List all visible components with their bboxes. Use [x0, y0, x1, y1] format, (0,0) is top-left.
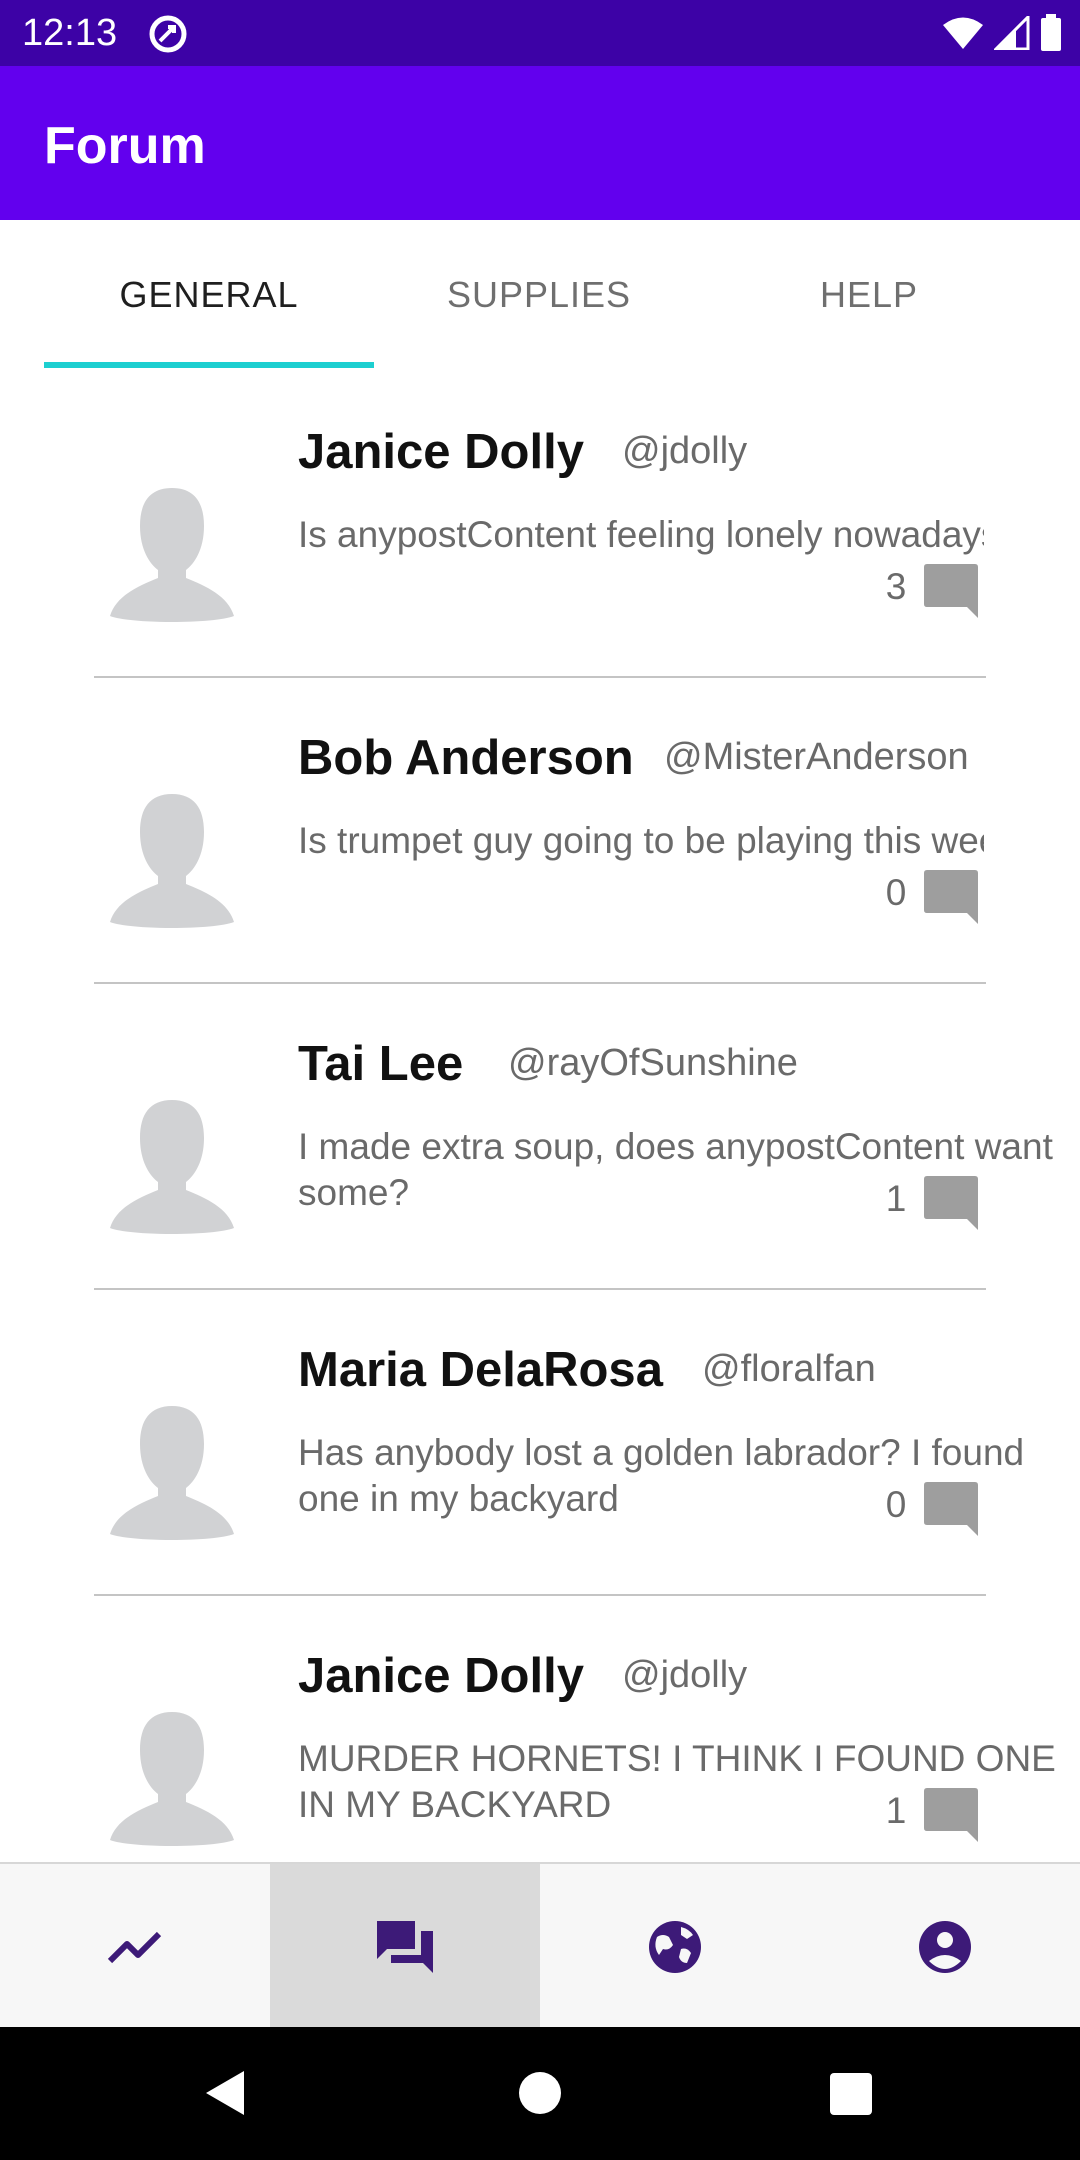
comment-icon[interactable]	[924, 870, 980, 924]
reply-count: 0	[885, 1484, 907, 1525]
account-icon	[919, 1920, 971, 1973]
comment-icon[interactable]	[924, 1482, 980, 1536]
list-item[interactable]: Maria DelaRosa @floralfan Has anybody lo…	[94, 1288, 1024, 1596]
post-author: Maria DelaRosa	[298, 1343, 663, 1397]
status-time: 12:13	[22, 12, 118, 54]
post-text: Is anypostContent feeling lonely nowaday…	[298, 514, 984, 555]
nav-account[interactable]	[810, 1864, 1080, 2029]
post-handle: @floralfan	[702, 1348, 876, 1390]
avatar-icon	[110, 1712, 234, 1846]
avatar-icon	[110, 1100, 234, 1234]
status-bar: 12:13	[0, 0, 1080, 66]
globe-icon	[649, 1920, 701, 1973]
list-item[interactable]: Janice Dolly @jdolly Is anypostContent f…	[94, 370, 986, 678]
post-author: Janice Dolly	[298, 1649, 584, 1703]
active-tab-indicator	[44, 362, 374, 368]
avatar-icon	[110, 488, 234, 622]
post-handle: @jdolly	[622, 1654, 748, 1696]
signal-icon	[994, 16, 1030, 50]
recents-icon[interactable]	[830, 2073, 872, 2115]
trending-icon	[107, 1931, 162, 1963]
tab-supplies[interactable]: SUPPLIES	[374, 220, 704, 370]
post-handle: @MisterAnderson	[664, 736, 969, 778]
comment-icon[interactable]	[924, 564, 980, 618]
app-bar: Forum	[0, 66, 1080, 220]
post-handle: @rayOfSunshine	[508, 1042, 798, 1084]
reply-count: 1	[885, 1790, 907, 1831]
post-handle: @jdolly	[622, 430, 748, 472]
tab-bar: GENERAL SUPPLIES HELP	[0, 220, 1080, 370]
list-item[interactable]: Tai Lee @rayOfSunshine I made extra soup…	[94, 982, 1053, 1290]
home-icon[interactable]	[518, 2071, 562, 2115]
system-navigation-bar	[0, 2027, 1080, 2160]
list-item[interactable]: Bob Anderson @MisterAnderson Is trumpet …	[94, 676, 986, 984]
tab-help[interactable]: HELP	[704, 220, 1034, 370]
page-title: Forum	[44, 117, 206, 175]
list-item[interactable]: Janice Dolly @jdolly MURDER HORNETS! I T…	[94, 1594, 1056, 1862]
post-author: Tai Lee	[298, 1037, 464, 1091]
wifi-icon	[943, 17, 983, 49]
app-notification-icon	[149, 15, 187, 53]
reply-count: 1	[885, 1178, 907, 1219]
post-list[interactable]: Janice Dolly @jdolly Is anypostContent f…	[0, 370, 1080, 1862]
post-text: Is trumpet guy going to be playing this …	[298, 820, 984, 861]
reply-count: 0	[885, 872, 907, 913]
comment-icon[interactable]	[924, 1788, 980, 1842]
status-icons	[942, 12, 1062, 54]
nav-forum[interactable]	[270, 1864, 540, 2029]
post-author: Janice Dolly	[298, 425, 584, 479]
forum-icon	[377, 1920, 433, 1973]
nav-trending[interactable]	[0, 1864, 270, 2029]
post-author: Bob Anderson	[298, 731, 634, 785]
back-icon[interactable]	[204, 2069, 246, 2117]
bottom-navigation	[0, 1862, 1080, 2029]
comment-icon[interactable]	[924, 1176, 980, 1230]
avatar-icon	[110, 1406, 234, 1540]
reply-count: 3	[885, 566, 907, 607]
battery-icon	[1041, 14, 1061, 51]
avatar-icon	[110, 794, 234, 928]
tab-general[interactable]: GENERAL	[44, 220, 374, 370]
nav-globe[interactable]	[540, 1864, 810, 2029]
